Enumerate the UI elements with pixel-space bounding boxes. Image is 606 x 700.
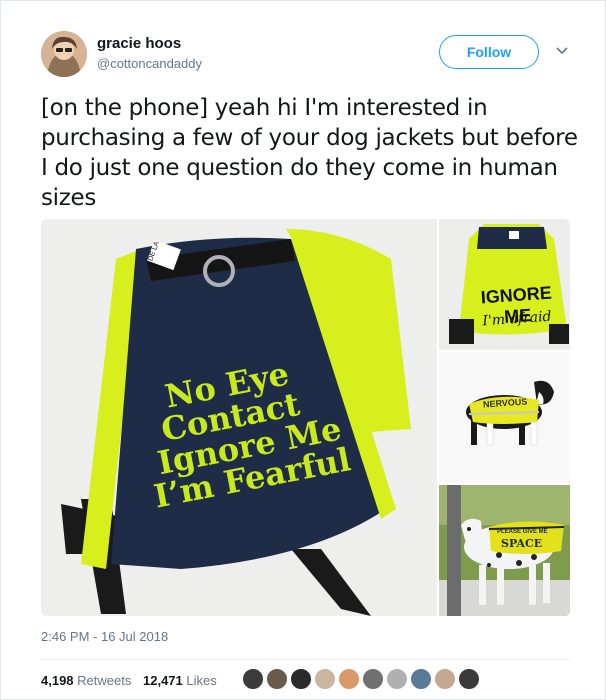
tweet-stats: 4,198 Retweets 12,471 Likes [41,673,225,688]
tweet-timestamp[interactable]: 2:46 PM - 16 Jul 2018 [41,629,168,644]
liker-avatar[interactable] [385,667,409,691]
author-handle[interactable]: @cottoncandaddy [97,56,202,71]
liker-avatar[interactable] [241,667,265,691]
liker-avatar[interactable] [265,667,289,691]
liker-avatar[interactable] [289,667,313,691]
liker-avatar[interactable] [433,667,457,691]
media-photo-thumb-1[interactable]: IGNORE ME I'm afraid [439,219,570,350]
follow-button[interactable]: Follow [439,35,539,69]
likes-stat[interactable]: 12,471 Likes [143,673,217,688]
tweet-text: [on the phone] yeah hi I'm interested in… [41,95,578,211]
retweets-count: 4,198 [41,673,74,688]
thumb3-line-2: SPACE [501,537,543,550]
chevron-down-icon[interactable] [555,43,569,57]
retweets-label: Retweets [77,673,132,688]
media-grid[interactable]: DE LA No Eye Contact Ignore Me I’m Fearf… [41,219,570,616]
tweet-card: gracie hoos @cottoncandaddy Follow [on t… [0,0,606,700]
likes-count: 12,471 [143,673,183,688]
liker-avatar[interactable] [361,667,385,691]
media-photo-thumb-2[interactable]: NERVOUS [439,352,570,483]
liker-avatar[interactable] [409,667,433,691]
author-avatar[interactable] [41,31,87,77]
liker-avatar[interactable] [313,667,337,691]
thumb3-line-1: PLEASE GIVE ME [497,529,548,535]
retweets-stat[interactable]: 4,198 Retweets [41,673,131,688]
liker-avatar[interactable] [337,667,361,691]
liker-avatar[interactable] [457,667,481,691]
media-photo-main[interactable]: DE LA No Eye Contact Ignore Me I’m Fearf… [41,219,437,616]
media-photo-thumb-3[interactable]: PLEASE GIVE ME SPACE [439,485,570,616]
divider [41,659,570,660]
likes-label: Likes [186,673,217,688]
author-name[interactable]: gracie hoos [97,35,181,52]
